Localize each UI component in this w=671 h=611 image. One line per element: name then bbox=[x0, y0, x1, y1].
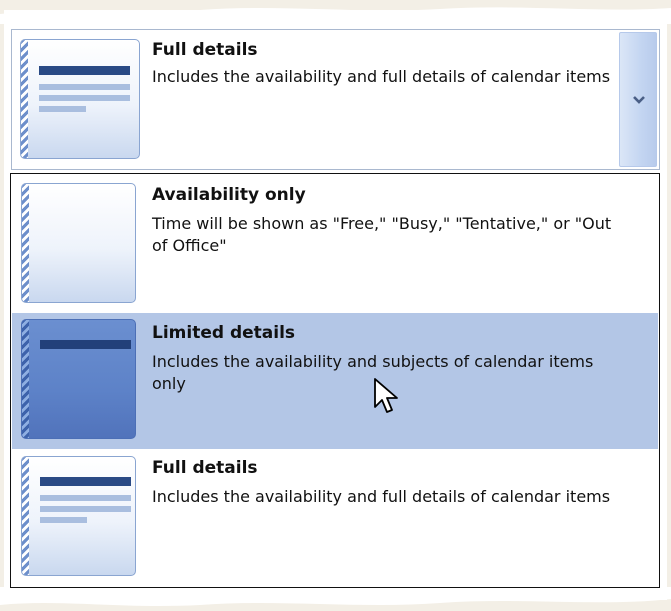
chevron-down-icon bbox=[633, 96, 645, 104]
list-item-full-details[interactable]: Full details Includes the availability a… bbox=[12, 450, 658, 586]
details-level-list: Availability only Time will be shown as … bbox=[10, 173, 660, 588]
limited-details-thumbnail-icon bbox=[21, 319, 136, 439]
mouse-pointer-icon bbox=[374, 378, 398, 413]
dropdown-button[interactable] bbox=[619, 32, 657, 167]
torn-edge-bottom bbox=[0, 587, 671, 606]
details-level-dropdown[interactable]: Full details Includes the availability a… bbox=[11, 29, 660, 170]
list-item-availability-only[interactable]: Availability only Time will be shown as … bbox=[12, 175, 658, 311]
option-title: Full details bbox=[152, 458, 258, 478]
list-item-limited-details[interactable]: Limited details Includes the availabilit… bbox=[12, 313, 658, 449]
selected-option-title: Full details bbox=[152, 40, 258, 60]
availability-only-thumbnail-icon bbox=[21, 183, 136, 303]
option-title: Availability only bbox=[152, 185, 306, 205]
option-description: Includes the availability and full detai… bbox=[152, 487, 611, 506]
option-title: Limited details bbox=[152, 323, 296, 343]
full-details-thumbnail-icon bbox=[20, 39, 140, 159]
selected-option-description: Includes the availability and full detai… bbox=[152, 67, 611, 86]
full-details-thumbnail-icon bbox=[21, 456, 136, 576]
option-description: Time will be shown as "Free," "Busy," "T… bbox=[152, 214, 612, 255]
